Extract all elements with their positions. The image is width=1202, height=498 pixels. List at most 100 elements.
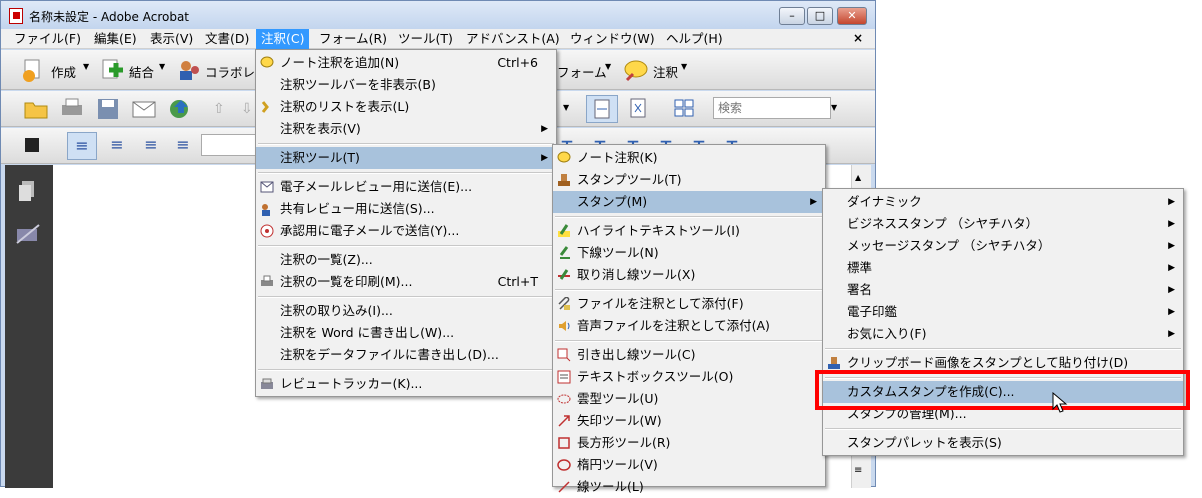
- menu-item-strikethrough-tool[interactable]: 取り消し線ツール(X): [553, 264, 825, 286]
- open-folder-icon[interactable]: [23, 97, 49, 121]
- menu-window[interactable]: ウィンドウ(W): [565, 29, 660, 49]
- search-input[interactable]: [713, 97, 831, 119]
- combine-dropdown-icon[interactable]: ▼: [159, 62, 165, 71]
- menu-item-highlight-tool[interactable]: ハイライトテキストツール(I): [553, 220, 825, 242]
- menu-item-attach-file[interactable]: ファイルを注釈として添付(F): [553, 293, 825, 315]
- menu-item-export-word[interactable]: 注釈を Word に書き出し(W)...: [256, 322, 556, 344]
- save-icon[interactable]: [95, 97, 121, 121]
- note-icon: [260, 56, 274, 68]
- submenu-arrow-icon: ▶: [1168, 307, 1175, 317]
- submenu-arrow-icon: ▶: [1168, 329, 1175, 339]
- create-button-label[interactable]: 作成: [51, 62, 76, 81]
- scroll-grip-icon[interactable]: ≡: [854, 465, 862, 476]
- menu-item-cloud-tool[interactable]: 雲型ツール(U): [553, 388, 825, 410]
- textbox-icon: [557, 370, 571, 384]
- menu-item-stamps[interactable]: スタンプ(M) ▶: [553, 191, 825, 213]
- align-right-icon[interactable]: ≡: [137, 132, 165, 160]
- menu-item-comment-tools[interactable]: 注釈ツール(T) ▶: [256, 147, 556, 169]
- combine-button-label[interactable]: 結合: [129, 62, 154, 81]
- menu-item-show-comments[interactable]: 注釈を表示(V) ▶: [256, 118, 556, 140]
- submenu-arrow-icon: ▶: [1168, 241, 1175, 251]
- menu-item-rectangle-tool[interactable]: 長方形ツール(R): [553, 432, 825, 454]
- maximize-button[interactable]: □: [807, 7, 833, 25]
- menu-tools[interactable]: ツール(T): [393, 29, 458, 49]
- menu-item-send-shared-review[interactable]: 共有レビュー用に送信(S)...: [256, 198, 556, 220]
- menu-forms[interactable]: フォーム(R): [314, 29, 392, 49]
- pages-icon[interactable]: [17, 179, 39, 203]
- shared-review-icon: [262, 204, 270, 216]
- align-left-icon[interactable]: ≡: [67, 132, 97, 160]
- menu-item-summarize[interactable]: 注釈の一覧(Z)...: [256, 249, 556, 271]
- menu-item-review-tracker[interactable]: レビュートラッカー(K)...: [256, 373, 556, 395]
- print-icon[interactable]: [59, 97, 85, 121]
- menu-view[interactable]: 表示(V): [145, 29, 198, 49]
- submenu-arrow-icon: ▶: [541, 124, 548, 134]
- menu-item-import[interactable]: 注釈の取り込み(I)...: [256, 300, 556, 322]
- menu-item-note-tool[interactable]: ノート注釈(K): [553, 147, 825, 169]
- email-icon[interactable]: [131, 97, 157, 121]
- create-pdf-icon: [23, 59, 40, 82]
- search-dropdown-icon[interactable]: ▼: [831, 103, 837, 112]
- minimize-button[interactable]: –: [779, 7, 805, 25]
- web-upload-icon[interactable]: [167, 97, 193, 121]
- menu-item-standard[interactable]: 標準 ▶: [823, 257, 1183, 279]
- menu-file[interactable]: ファイル(F): [9, 29, 86, 49]
- menu-item-dynamic[interactable]: ダイナミック ▶: [823, 191, 1183, 213]
- email-review-icon: [260, 181, 274, 193]
- comment-button-label[interactable]: 注釈: [653, 62, 678, 81]
- menu-item-stamp-tool[interactable]: スタンプツール(T): [553, 169, 825, 191]
- menu-item-signature[interactable]: 署名 ▶: [823, 279, 1183, 301]
- menu-item-favorites[interactable]: お気に入り(F) ▶: [823, 323, 1183, 345]
- line-icon: [558, 481, 570, 493]
- previous-page-icon[interactable]: ⇧: [213, 101, 225, 117]
- menu-item-show-list[interactable]: 注釈のリストを表示(L): [256, 96, 556, 118]
- menu-item-underline-tool[interactable]: 下線ツール(N): [553, 242, 825, 264]
- align-center-icon[interactable]: ≡: [103, 132, 131, 160]
- justify-icon[interactable]: ≡: [169, 132, 197, 160]
- close-button[interactable]: ✕: [837, 7, 867, 25]
- menu-item-hide-toolbar[interactable]: 注釈ツールバーを非表示(B): [256, 74, 556, 96]
- zoom-dropdown-icon[interactable]: ▼: [563, 103, 569, 112]
- submenu-arrow-icon: ▶: [541, 153, 548, 163]
- text-color-icon[interactable]: [25, 138, 39, 152]
- menu-item-export-data[interactable]: 注釈をデータファイルに書き出し(D)...: [256, 344, 556, 366]
- create-dropdown-icon[interactable]: ▼: [83, 62, 89, 71]
- next-page-icon[interactable]: ⇩: [241, 101, 253, 117]
- menu-help[interactable]: ヘルプ(H): [661, 29, 728, 49]
- menu-document[interactable]: 文書(D): [200, 29, 254, 49]
- highlight-icon: [558, 224, 570, 237]
- review-tracker-icon: [261, 378, 273, 389]
- menu-item-attach-sound[interactable]: 音声ファイルを注釈として添付(A): [553, 315, 825, 337]
- menu-item-line-tool[interactable]: 線ツール(L): [553, 476, 825, 498]
- menu-item-show-stamp-palette[interactable]: スタンプパレットを表示(S): [823, 432, 1183, 454]
- menu-item-print-summary[interactable]: 注釈の一覧を印刷(M)... Ctrl+T: [256, 271, 556, 293]
- fit-width-button[interactable]: [586, 95, 618, 123]
- fit-page-button[interactable]: [623, 95, 655, 123]
- menu-comment[interactable]: 注釈(C): [256, 29, 310, 49]
- menu-edit[interactable]: 編集(E): [89, 29, 142, 49]
- menu-item-business-stamps[interactable]: ビジネススタンプ （シヤチハタ） ▶: [823, 213, 1183, 235]
- forms-dropdown-icon[interactable]: ▼: [605, 62, 611, 71]
- menu-item-callout-tool[interactable]: 引き出し線ツール(C): [553, 344, 825, 366]
- menu-item-electronic-seal[interactable]: 電子印鑑 ▶: [823, 301, 1183, 323]
- menu-advanced[interactable]: アドバンスト(A): [461, 29, 565, 49]
- menu-item-message-stamps[interactable]: メッセージスタンプ （シヤチハタ） ▶: [823, 235, 1183, 257]
- menu-item-oval-tool[interactable]: 楕円ツール(V): [553, 454, 825, 476]
- menu-item-arrow-tool[interactable]: 矢印ツール(W): [553, 410, 825, 432]
- navigation-panel: [5, 165, 53, 488]
- menu-item-send-email-review[interactable]: 電子メールレビュー用に送信(E)...: [256, 176, 556, 198]
- submenu-arrow-icon: ▶: [1168, 263, 1175, 273]
- scroll-up-icon[interactable]: ▲: [855, 173, 861, 182]
- forms-button-label[interactable]: フォーム: [557, 62, 607, 81]
- sound-icon: [559, 321, 570, 331]
- menu-item-add-note[interactable]: ノート注釈を追加(N) Ctrl+6: [256, 52, 556, 74]
- collaborate-button-label[interactable]: コラボレ: [205, 62, 255, 81]
- comment-dropdown-icon[interactable]: ▼: [681, 62, 687, 71]
- stamp-icon: [558, 174, 570, 186]
- document-close-icon[interactable]: ×: [853, 31, 863, 45]
- signatures-icon[interactable]: [15, 223, 41, 245]
- menu-item-send-approval[interactable]: 承認用に電子メールで送信(Y)...: [256, 220, 556, 242]
- menu-item-textbox-tool[interactable]: テキストボックスツール(O): [553, 366, 825, 388]
- font-input[interactable]: [201, 134, 261, 156]
- page-layout-button[interactable]: [669, 95, 701, 123]
